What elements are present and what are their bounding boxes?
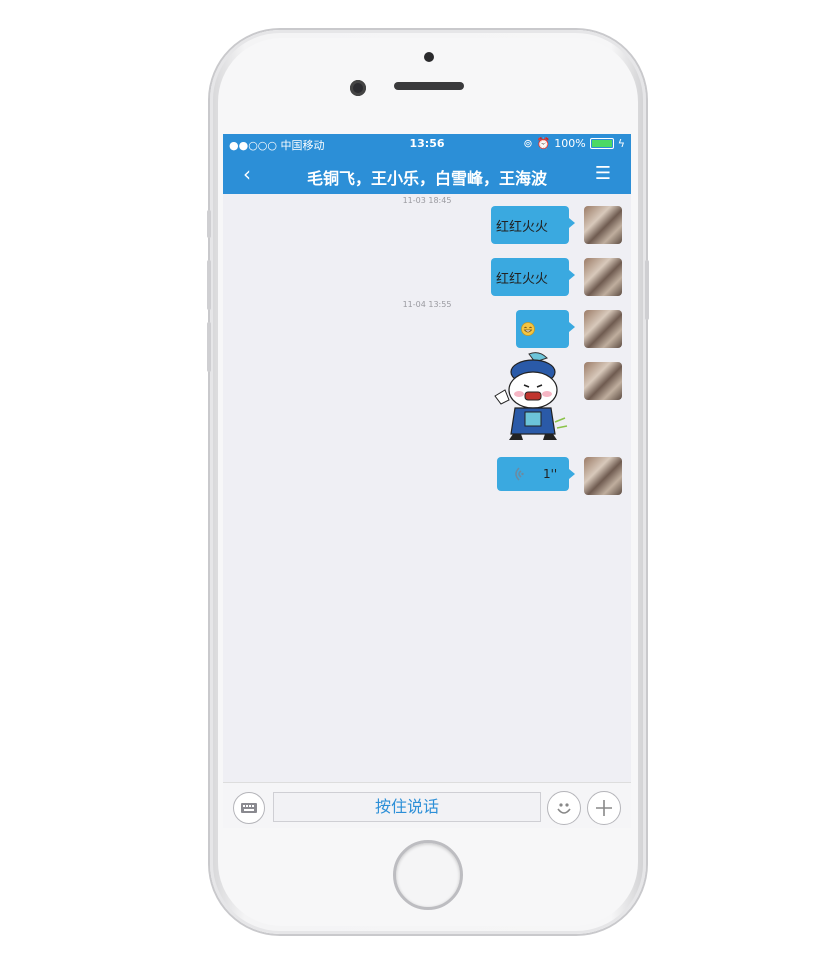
message-text: 红红火火: [496, 272, 549, 287]
front-camera: [350, 80, 366, 96]
voice-message-bubble[interactable]: 1'': [497, 457, 575, 491]
avatar[interactable]: [584, 206, 622, 244]
voice-wave-icon: [515, 467, 524, 481]
grin-emoji-icon: [521, 322, 535, 336]
menu-icon[interactable]: ☰: [595, 163, 611, 184]
message-text: 红红火火: [496, 220, 549, 235]
status-bar: ●●○○○ 中国移动 13:56 ⊚ ⏰ 100% ϟ: [223, 134, 631, 154]
timestamp: 11-04 13:55: [402, 300, 452, 309]
avatar[interactable]: [584, 310, 622, 348]
volume-up-button: [207, 260, 211, 310]
home-button[interactable]: [393, 840, 463, 910]
proximity-sensor: [424, 52, 434, 62]
status-right: ⊚ ⏰ 100% ϟ: [523, 137, 625, 150]
message-bubble[interactable]: [516, 310, 575, 348]
chat-screen: ●●○○○ 中国移动 13:56 ⊚ ⏰ 100% ϟ ‹ 毛铜飞，王小乐，白雪…: [223, 134, 631, 828]
timestamp: 11-03 18:45: [402, 196, 452, 205]
smiley-icon[interactable]: [547, 791, 581, 825]
avatar[interactable]: [584, 362, 622, 400]
cartoon-official-sticker[interactable]: [491, 352, 571, 442]
avatar[interactable]: [584, 258, 622, 296]
avatar[interactable]: [584, 457, 622, 495]
message-bubble[interactable]: 红红火火: [491, 258, 575, 296]
power-button: [645, 260, 649, 320]
message-bubble[interactable]: 红红火火: [491, 206, 575, 244]
hold-to-talk-button[interactable]: 按住说话: [273, 792, 541, 822]
nav-bar: ‹ 毛铜飞，王小乐，白雪峰，王海波 ☰: [223, 154, 631, 194]
keyboard-icon[interactable]: [233, 792, 265, 824]
plus-icon[interactable]: [587, 791, 621, 825]
input-bar: 按住说话: [223, 782, 631, 828]
earpiece-speaker: [394, 82, 464, 90]
battery-icon: [589, 138, 614, 149]
charging-icon: ϟ: [617, 137, 625, 150]
volume-down-button: [207, 322, 211, 372]
voice-duration: 1'': [543, 467, 558, 481]
rotation-lock-icon: ⊚: [523, 137, 533, 150]
chat-title: 毛铜飞，王小乐，白雪峰，王海波: [306, 169, 547, 188]
battery-percent: 100%: [554, 137, 586, 150]
alarm-icon: ⏰: [536, 137, 551, 150]
mute-switch: [207, 210, 211, 238]
